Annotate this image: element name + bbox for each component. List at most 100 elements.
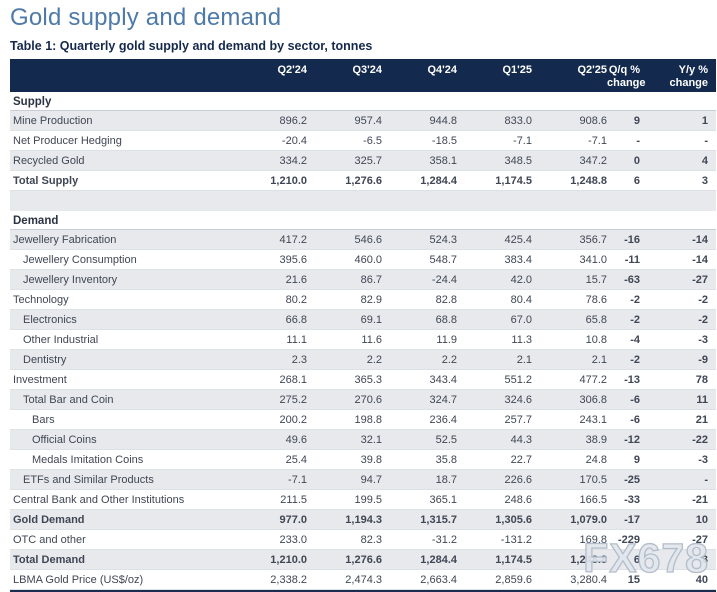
- cell-q2-24: 417.2: [232, 230, 307, 249]
- row-label: Dentistry: [13, 350, 232, 369]
- cell-q4-24: 11.9: [382, 330, 457, 349]
- cell-q4-24: 343.4: [382, 370, 457, 389]
- table-row: Central Bank and Other Institutions211.5…: [10, 490, 716, 510]
- table-row: Bars200.2198.8236.4257.7243.1-621: [10, 410, 716, 430]
- cell-q4-24: -18.5: [382, 131, 457, 150]
- table-row: Technology80.282.982.880.478.6-2-2: [10, 290, 716, 310]
- cell-q2-25: 166.5: [532, 490, 607, 509]
- row-label: Total Demand: [13, 550, 232, 569]
- cell-q3-24: 86.7: [307, 270, 382, 289]
- table-row: Total Bar and Coin275.2270.6324.7324.630…: [10, 390, 716, 410]
- cell-q3-24: 546.6: [307, 230, 382, 249]
- cell-q4-24: 35.8: [382, 450, 457, 469]
- cell-q4-24: 944.8: [382, 111, 457, 130]
- cell-q2-25: 78.6: [532, 290, 607, 309]
- cell-yy-change: -14: [640, 230, 708, 249]
- cell-q2-25: 24.8: [532, 450, 607, 469]
- cell-q2-24: 21.6: [232, 270, 307, 289]
- cell-q2-25: 1,079.0: [532, 510, 607, 529]
- cell-q4-24: 324.7: [382, 390, 457, 409]
- cell-q1-25: -131.2: [457, 530, 532, 549]
- cell-qq-change: -12: [607, 430, 640, 449]
- row-label: Demand: [13, 211, 708, 229]
- cell-qq-change: 0: [607, 151, 640, 170]
- cell-q2-25: 10.8: [532, 330, 607, 349]
- row-label: Mine Production: [13, 111, 232, 130]
- cell-q1-25: 383.4: [457, 250, 532, 269]
- cell-q1-25: 11.3: [457, 330, 532, 349]
- cell-qq-change: -2: [607, 350, 640, 369]
- table-row: Jewellery Fabrication417.2546.6524.3425.…: [10, 230, 716, 250]
- cell-q1-25: 324.6: [457, 390, 532, 409]
- header-q3-24: Q3'24: [307, 64, 382, 92]
- cell-q4-24: 365.1: [382, 490, 457, 509]
- cell-q2-24: 200.2: [232, 410, 307, 429]
- header-label-spacer: [13, 64, 232, 92]
- cell-q1-25: 248.6: [457, 490, 532, 509]
- section-row: Supply: [10, 92, 716, 111]
- cell-q2-24: 2,338.2: [232, 570, 307, 589]
- cell-q2-25: 2.1: [532, 350, 607, 369]
- table-row: Mine Production896.2957.4944.8833.0908.6…: [10, 111, 716, 131]
- cell-qq-change: -33: [607, 490, 640, 509]
- header-yy-change: Y/y % change: [640, 64, 708, 92]
- cell-q1-25: 833.0: [457, 111, 532, 130]
- cell-yy-change: 11: [640, 390, 708, 409]
- cell-qq-change: 9: [607, 450, 640, 469]
- cell-q1-25: -7.1: [457, 131, 532, 150]
- cell-q1-25: 1,174.5: [457, 171, 532, 190]
- cell-q2-25: 347.2: [532, 151, 607, 170]
- cell-q1-25: 226.6: [457, 470, 532, 489]
- cell-q3-24: 94.7: [307, 470, 382, 489]
- cell-q2-25: 356.7: [532, 230, 607, 249]
- cell-q1-25: 1,305.6: [457, 510, 532, 529]
- cell-q1-25: 425.4: [457, 230, 532, 249]
- row-label: OTC and other: [13, 530, 232, 549]
- cell-q2-25: 306.8: [532, 390, 607, 409]
- cell-qq-change: -25: [607, 470, 640, 489]
- row-label: Jewellery Inventory: [13, 270, 232, 289]
- cell-yy-change: -9: [640, 350, 708, 369]
- table-row: ETFs and Similar Products-7.194.718.7226…: [10, 470, 716, 490]
- cell-q2-24: 275.2: [232, 390, 307, 409]
- row-label: Official Coins: [13, 430, 232, 449]
- cell-yy-change: -: [640, 131, 708, 150]
- row-label: Investment: [13, 370, 232, 389]
- table-row: LBMA Gold Price (US$/oz)2,338.22,474.32,…: [10, 570, 716, 590]
- cell-qq-change: 6: [607, 171, 640, 190]
- table-row: Total Supply1,210.01,276.61,284.41,174.5…: [10, 171, 716, 191]
- page-title: Gold supply and demand: [10, 4, 716, 32]
- cell-q2-25: 170.5: [532, 470, 607, 489]
- cell-q3-24: 957.4: [307, 111, 382, 130]
- cell-yy-change: -22: [640, 430, 708, 449]
- cell-q4-24: 68.8: [382, 310, 457, 329]
- cell-q1-25: 42.0: [457, 270, 532, 289]
- cell-q2-24: 25.4: [232, 450, 307, 469]
- cell-q2-25: 1,248.8: [532, 550, 607, 569]
- cell-q2-25: 1,248.8: [532, 171, 607, 190]
- cell-qq-change: -13: [607, 370, 640, 389]
- cell-yy-change: 4: [640, 151, 708, 170]
- table-row: Jewellery Consumption395.6460.0548.7383.…: [10, 250, 716, 270]
- cell-q1-25: 551.2: [457, 370, 532, 389]
- cell-yy-change: 40: [640, 570, 708, 589]
- cell-q3-24: 1,276.6: [307, 550, 382, 569]
- table-caption: Table 1: Quarterly gold supply and deman…: [10, 39, 716, 53]
- cell-q2-24: 211.5: [232, 490, 307, 509]
- cell-q3-24: 460.0: [307, 250, 382, 269]
- cell-q2-25: 38.9: [532, 430, 607, 449]
- cell-q3-24: 2,474.3: [307, 570, 382, 589]
- cell-yy-change: -: [640, 470, 708, 489]
- cell-yy-change: -2: [640, 310, 708, 329]
- cell-q2-24: 2.3: [232, 350, 307, 369]
- table-body: SupplyMine Production896.2957.4944.8833.…: [10, 92, 716, 590]
- cell-qq-change: -2: [607, 290, 640, 309]
- row-label: Other Industrial: [13, 330, 232, 349]
- cell-q4-24: 82.8: [382, 290, 457, 309]
- cell-q3-24: 270.6: [307, 390, 382, 409]
- cell-q4-24: -24.4: [382, 270, 457, 289]
- cell-q2-24: 1,210.0: [232, 171, 307, 190]
- cell-yy-change: -27: [640, 530, 708, 549]
- table-row: Investment268.1365.3343.4551.2477.2-1378: [10, 370, 716, 390]
- table-row: Net Producer Hedging-20.4-6.5-18.5-7.1-7…: [10, 131, 716, 151]
